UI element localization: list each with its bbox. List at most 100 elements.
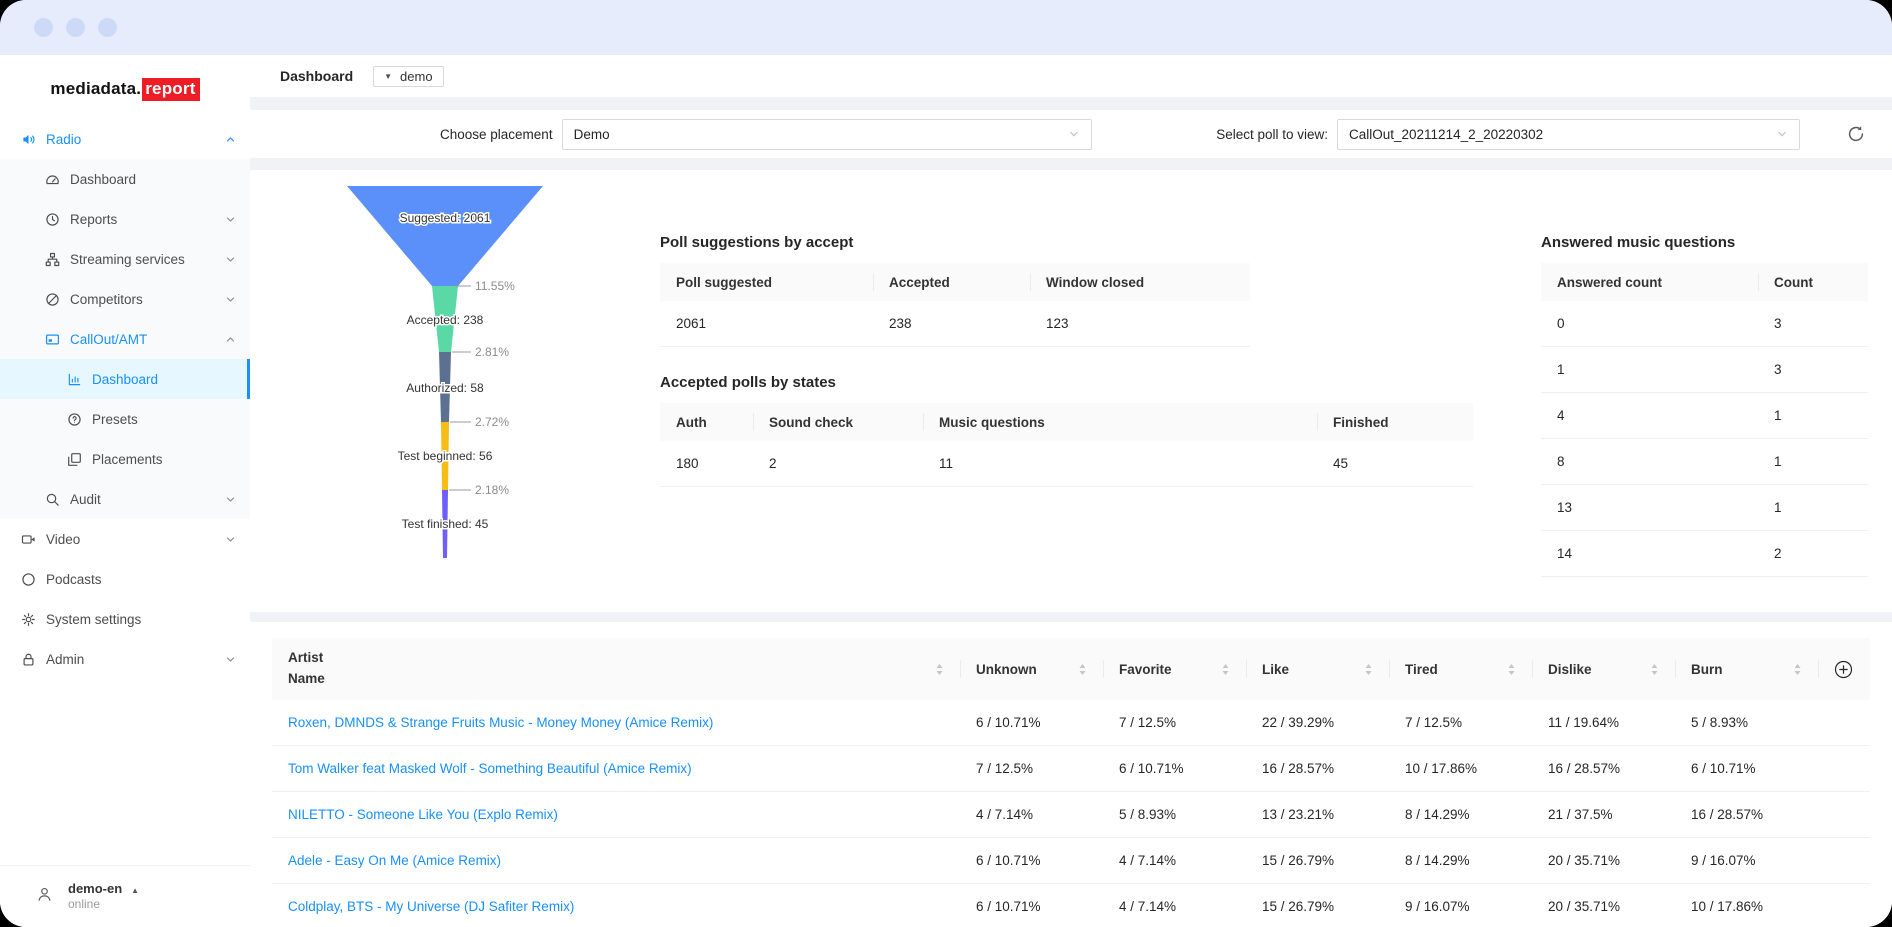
reload-icon[interactable]	[1846, 124, 1866, 144]
placement-select[interactable]: Demo	[561, 118, 1092, 150]
column-header-favorite[interactable]: Favorite	[1103, 638, 1246, 700]
env-select[interactable]: ▼ demo	[373, 65, 444, 87]
copy-icon	[67, 452, 82, 467]
songs-panel: Artist Name Unknown Favorite Like Tired …	[250, 622, 1892, 927]
chevron-up-icon	[225, 134, 236, 145]
table-row: Coldplay, BTS - My Universe (DJ Safiter …	[272, 884, 1870, 927]
funnel-rate-1: 11.55%	[475, 279, 515, 293]
sidebar-item-radio[interactable]: Radio	[0, 119, 250, 159]
sorter-icon[interactable]	[1650, 663, 1659, 676]
callout-icon	[45, 332, 60, 347]
sidebar-item-video[interactable]: Video	[0, 519, 250, 559]
table-row: Roxen, DMNDS & Strange Fruits Music - Mo…	[272, 700, 1870, 746]
chevron-up-icon	[225, 334, 236, 345]
sidebar-item-system-settings[interactable]: System settings	[0, 599, 250, 639]
column-header: Music questions	[923, 403, 1317, 441]
table-row: 180 2 11 45	[660, 441, 1473, 487]
radio-submenu: Dashboard Reports Streaming services Com…	[0, 159, 250, 519]
funnel-label-suggested: Suggested: 2061	[400, 211, 491, 225]
song-link[interactable]: Tom Walker feat Masked Wolf - Something …	[288, 761, 692, 776]
column-header: Auth	[676, 414, 707, 430]
sorter-icon[interactable]	[935, 663, 944, 676]
stats-panel: Suggested: 2061 Accepted: 238 Authorized…	[250, 170, 1892, 612]
dashboard-icon	[45, 172, 60, 187]
lock-icon	[21, 652, 36, 667]
search-icon	[45, 492, 60, 507]
sidebar-item-competitors[interactable]: Competitors	[0, 279, 250, 319]
sidebar-item-callout-amt[interactable]: CallOut/AMT	[0, 319, 250, 359]
answered-questions-title: Answered music questions	[1541, 234, 1736, 251]
chevron-down-icon	[225, 654, 236, 665]
history-icon	[45, 212, 60, 227]
video-icon	[21, 532, 36, 547]
app-window: mediadata. report Radio Dashboard Reports	[0, 0, 1892, 927]
question-circle-icon	[67, 412, 82, 427]
share-icon	[45, 252, 60, 267]
sorter-icon[interactable]	[1364, 663, 1373, 676]
sorter-icon[interactable]	[1793, 663, 1802, 676]
sidebar-item-admin[interactable]: Admin	[0, 639, 250, 679]
user-status: online	[68, 897, 101, 912]
accepted-polls-title: Accepted polls by states	[660, 374, 836, 391]
sidebar-item-podcasts[interactable]: Podcasts	[0, 559, 250, 599]
gear-icon	[21, 612, 36, 627]
song-link[interactable]: Adele - Easy On Me (Amice Remix)	[288, 853, 501, 868]
table-row: Tom Walker feat Masked Wolf - Something …	[272, 746, 1870, 792]
sidebar-item-streaming-services[interactable]: Streaming services	[0, 239, 250, 279]
placement-select-value: Demo	[573, 126, 610, 142]
funnel-label-test-beginned: Test beginned: 56	[398, 449, 493, 463]
compass-icon	[45, 292, 60, 307]
column-header-burn[interactable]: Burn	[1675, 638, 1818, 700]
column-header-dislike[interactable]: Dislike	[1532, 638, 1675, 700]
poll-select[interactable]: CallOut_20211214_2_20220302	[1337, 118, 1800, 150]
column-header: Answered count	[1557, 274, 1663, 290]
column-header-tired[interactable]: Tired	[1389, 638, 1532, 700]
song-link[interactable]: NILETTO - Someone Like You (Explo Remix)	[288, 807, 558, 822]
filter-panel: Choose placement Demo Select poll to vie…	[250, 110, 1892, 158]
poll-suggestions-title: Poll suggestions by accept	[660, 234, 854, 251]
caret-up-icon: ▲	[131, 886, 140, 895]
sidebar-item-audit[interactable]: Audit	[0, 479, 250, 519]
column-header: Count	[1758, 263, 1868, 301]
table-row: NILETTO - Someone Like You (Explo Remix)…	[272, 792, 1870, 838]
env-select-value: demo	[400, 68, 433, 84]
chevron-down-icon	[1776, 128, 1788, 140]
funnel-rate-4: 2.18%	[475, 483, 509, 497]
sorter-icon[interactable]	[1507, 663, 1516, 676]
sorter-icon[interactable]	[1078, 663, 1087, 676]
poll-select-value: CallOut_20211214_2_20220302	[1349, 126, 1544, 142]
song-link[interactable]: Roxen, DMNDS & Strange Fruits Music - Mo…	[288, 715, 713, 730]
chevron-down-icon	[225, 534, 236, 545]
window-titlebar	[0, 0, 1892, 55]
funnel-rate-2: 2.81%	[475, 345, 509, 359]
column-header: Poll suggested	[676, 274, 773, 290]
sidebar: mediadata. report Radio Dashboard Reports	[0, 55, 250, 927]
table-row: 2061 238 123	[660, 301, 1250, 347]
accepted-polls-table: Auth Sound check Music questions Finishe…	[660, 403, 1473, 487]
chevron-down-icon	[225, 494, 236, 505]
placement-label: Choose placement	[440, 126, 553, 142]
sorter-icon[interactable]	[1221, 663, 1230, 676]
sidebar-item-callout-dashboard[interactable]: Dashboard	[0, 359, 250, 399]
user-menu[interactable]: demo-en online ▲	[0, 865, 250, 927]
column-header: Sound check	[753, 403, 923, 441]
sidebar-item-placements[interactable]: Placements	[0, 439, 250, 479]
column-header-like[interactable]: Like	[1246, 638, 1389, 700]
sidebar-item-presets[interactable]: Presets	[0, 399, 250, 439]
plus-circle-icon[interactable]	[1834, 660, 1853, 679]
logo-text-black: mediadata.	[50, 79, 142, 98]
logo-text-red: report	[142, 77, 200, 101]
table-row: 13	[1541, 347, 1868, 393]
chevron-down-icon	[1068, 128, 1080, 140]
sidebar-item-dashboard[interactable]: Dashboard	[0, 159, 250, 199]
bar-chart-icon	[67, 372, 82, 387]
column-header-artist-name[interactable]: Artist Name	[272, 638, 960, 700]
window-control-dot	[66, 18, 85, 37]
table-row: 03	[1541, 301, 1868, 347]
song-link[interactable]: Coldplay, BTS - My Universe (DJ Safiter …	[288, 899, 574, 914]
column-header-unknown[interactable]: Unknown	[960, 638, 1103, 700]
sidebar-item-reports[interactable]: Reports	[0, 199, 250, 239]
funnel-label-test-finished: Test finished: 45	[402, 517, 489, 531]
user-name: demo-en	[68, 880, 123, 896]
answered-questions-table: Answered count Count 03 13 41 81 13 1 14 2	[1541, 263, 1868, 577]
